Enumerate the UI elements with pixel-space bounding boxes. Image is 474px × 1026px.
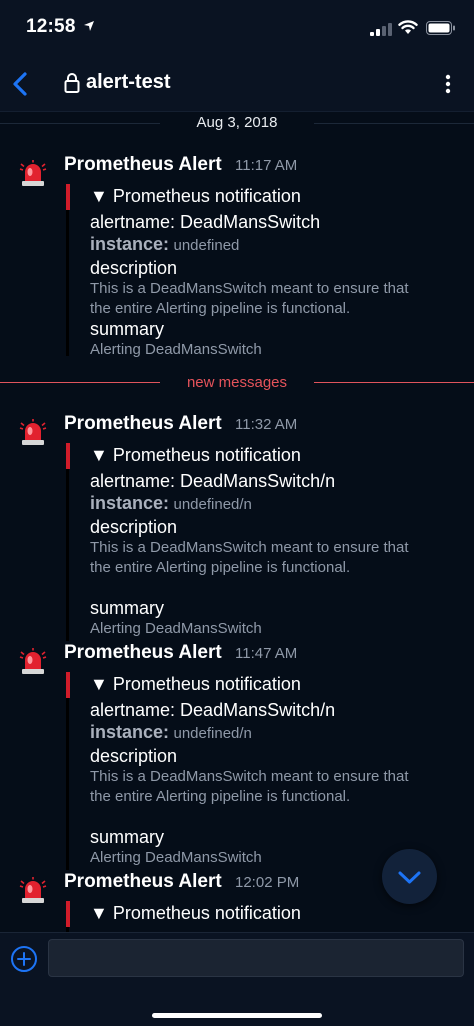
channel-header: alert-test	[0, 56, 474, 112]
instance-value: undefined/n	[173, 496, 252, 513]
attachment-title[interactable]: ▼ Prometheus notification	[90, 903, 301, 924]
attachment-color-marker	[66, 901, 70, 927]
instance-field: instance: undefined	[90, 234, 239, 255]
instance-field: instance: undefined/n	[90, 722, 252, 743]
alertname-field: alertname: DeadMansSwitch/n	[90, 700, 336, 720]
message-time: 11:32 AM	[235, 416, 298, 433]
instance-key: instance:	[90, 722, 170, 742]
attachment-bar	[66, 443, 69, 641]
new-messages-divider: new messages	[0, 372, 474, 394]
alertname-field: alertname: DeadMansSwitch/n	[90, 471, 336, 491]
back-icon[interactable]	[6, 66, 40, 102]
description-line: the entire Alerting pipeline is function…	[90, 300, 351, 317]
attachment-color-marker	[66, 443, 70, 469]
message-sender[interactable]: Prometheus Alert	[64, 871, 222, 893]
chevron-down-icon	[398, 871, 421, 884]
date-label: Aug 3, 2018	[196, 114, 278, 131]
plus-circle-icon[interactable]	[10, 945, 38, 973]
battery-icon	[426, 21, 455, 35]
description-line: the entire Alerting pipeline is function…	[90, 559, 351, 576]
summary-value: Alerting DeadMansSwitch	[90, 849, 262, 866]
siren-avatar-icon[interactable]	[19, 648, 47, 676]
description-key: description	[90, 258, 178, 278]
summary-key: summary	[90, 827, 165, 847]
description-line: This is a DeadMansSwitch meant to ensure…	[90, 539, 409, 556]
message-sender[interactable]: Prometheus Alert	[64, 154, 222, 176]
message-time: 12:02 PM	[235, 874, 300, 891]
message-sender[interactable]: Prometheus Alert	[64, 413, 222, 435]
description-line: This is a DeadMansSwitch meant to ensure…	[90, 768, 409, 785]
description-key: description	[90, 746, 178, 766]
instance-key: instance:	[90, 234, 170, 254]
summary-key: summary	[90, 598, 165, 618]
message-time: 11:47 AM	[235, 645, 298, 662]
location-arrow-icon	[84, 21, 94, 31]
alertname-field: alertname: DeadMansSwitch	[90, 212, 321, 232]
attachment: ▼ Prometheus notification	[90, 901, 470, 932]
siren-avatar-icon[interactable]	[19, 160, 47, 188]
attachment-title[interactable]: ▼ Prometheus notification	[90, 674, 301, 695]
scroll-to-bottom-button[interactable]	[382, 849, 437, 904]
wifi-icon	[398, 20, 418, 34]
siren-avatar-icon[interactable]	[19, 877, 47, 905]
message[interactable]: Prometheus Alert 11:32 AM ▼ Prometheus n…	[0, 413, 474, 643]
attachment: ▼ Prometheus notification alertname: Dea…	[90, 443, 470, 643]
summary-key: summary	[90, 319, 165, 339]
message-input[interactable]	[48, 939, 464, 977]
lock-icon	[64, 73, 80, 93]
cellular-signal-icon	[370, 23, 392, 36]
message-sender[interactable]: Prometheus Alert	[64, 642, 222, 664]
message-composer	[0, 932, 474, 1026]
message[interactable]: Prometheus Alert 11:47 AM ▼ Prometheus n…	[0, 642, 474, 874]
attachment-color-marker	[66, 184, 70, 210]
instance-field: instance: undefined/n	[90, 493, 252, 514]
home-indicator	[152, 1013, 322, 1018]
attachment-color-marker	[66, 672, 70, 698]
instance-value: undefined	[173, 237, 240, 254]
description-line: the entire Alerting pipeline is function…	[90, 788, 351, 805]
attachment-bar	[66, 672, 69, 870]
siren-avatar-icon[interactable]	[19, 419, 47, 447]
attachment: ▼ Prometheus notification alertname: Dea…	[90, 184, 470, 359]
channel-title[interactable]: alert-test	[86, 71, 170, 94]
status-time: 12:58	[26, 16, 76, 37]
attachment-title[interactable]: ▼ Prometheus notification	[90, 186, 301, 207]
summary-value: Alerting DeadMansSwitch	[90, 620, 262, 637]
status-bar: 12:58	[0, 0, 474, 56]
date-divider: Aug 3, 2018	[0, 112, 474, 134]
attachment-title[interactable]: ▼ Prometheus notification	[90, 445, 301, 466]
message-time: 11:17 AM	[235, 157, 298, 174]
instance-key: instance:	[90, 493, 170, 513]
message[interactable]: Prometheus Alert 11:17 AM ▼ Prometheus n…	[0, 154, 474, 358]
kebab-menu-icon[interactable]	[436, 70, 460, 98]
message-list[interactable]: Aug 3, 2018 Prometheus Alert 11:17 AM ▼ …	[0, 112, 474, 932]
description-line: This is a DeadMansSwitch meant to ensure…	[90, 280, 409, 297]
summary-value: Alerting DeadMansSwitch	[90, 341, 262, 358]
new-messages-label: new messages	[186, 374, 288, 391]
description-key: description	[90, 517, 178, 537]
attachment: ▼ Prometheus notification alertname: Dea…	[90, 672, 470, 872]
instance-value: undefined/n	[173, 725, 252, 742]
